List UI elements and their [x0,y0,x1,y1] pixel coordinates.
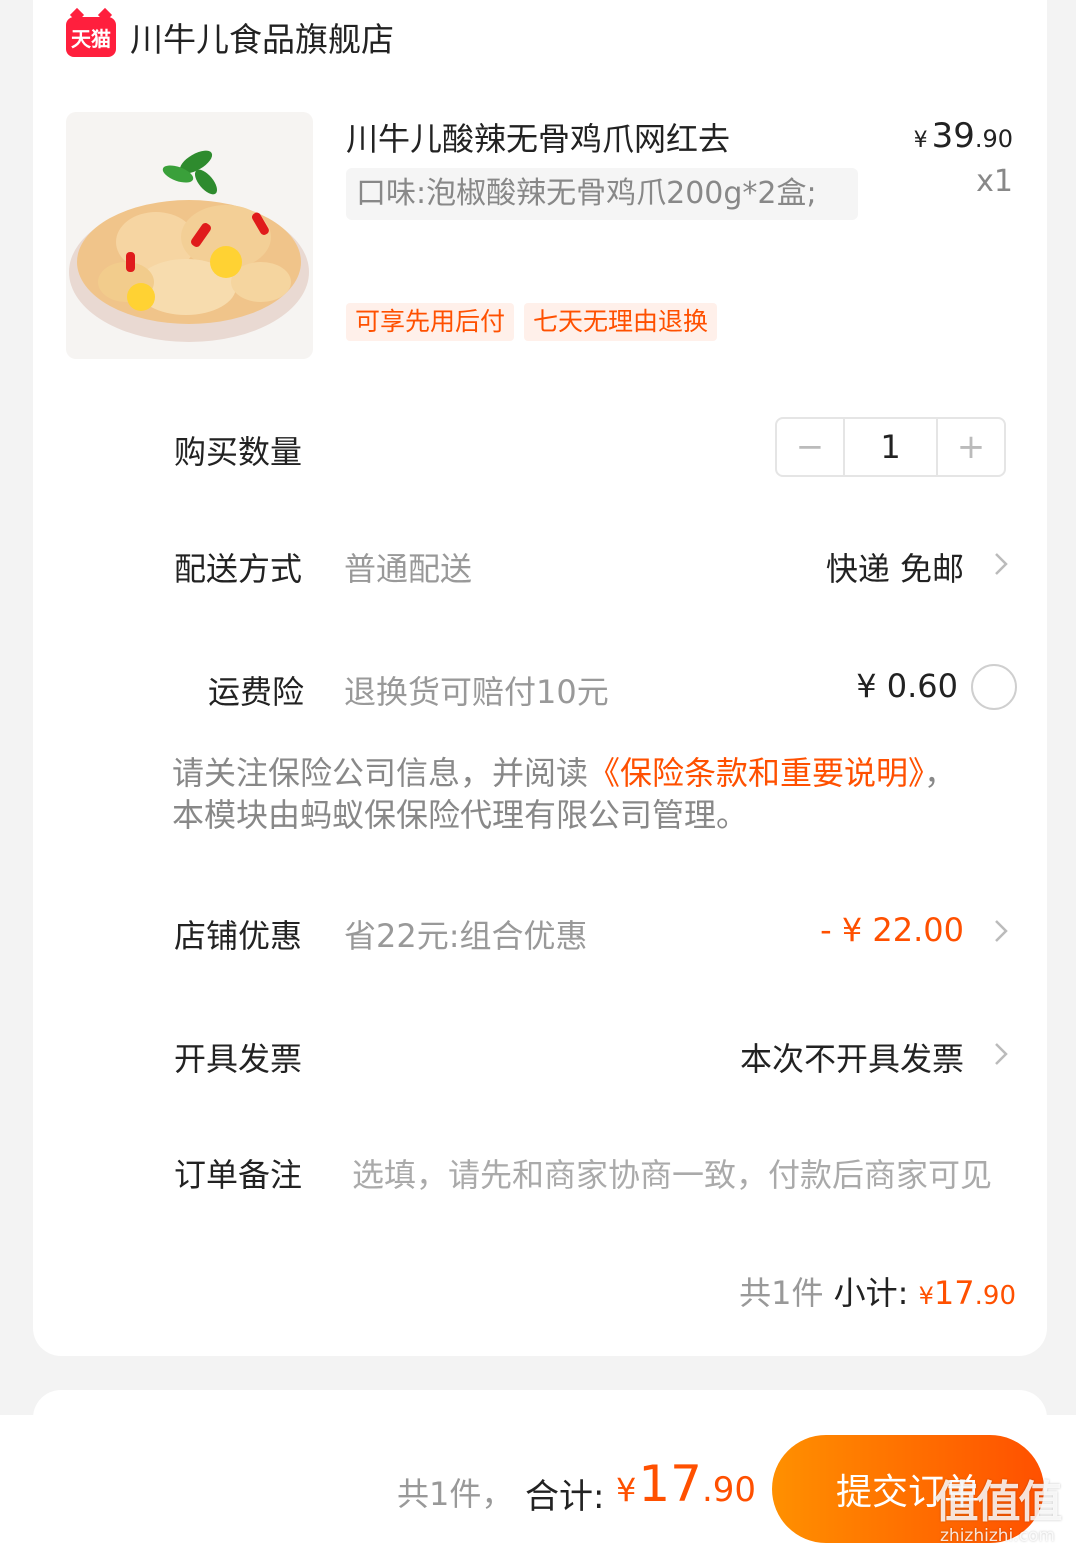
delivery-sub: 普通配送 [344,550,473,588]
insurance-notice: 请关注保险公司信息，并阅读《保险条款和重要说明》，本模块由蚂蚁保保险代理有限公司… [172,752,962,836]
product-price: ¥39.90 [914,116,1013,156]
invoice-value[interactable]: 本次不开具发票 [740,1034,964,1080]
total-label: 合计: [525,1477,605,1517]
subtotal-label: 小计: [833,1274,909,1312]
decrease-button[interactable]: − [777,419,843,475]
tmall-logo: 天猫 [66,17,116,57]
discount-value[interactable]: - ¥ 22.00 [820,911,964,949]
invoice-label: 开具发票 [174,1040,303,1078]
insurance-label: 运费险 [208,673,305,711]
remark-label: 订单备注 [174,1156,303,1194]
total-int: 17 [638,1455,702,1513]
discount-label: 店铺优惠 [174,917,303,955]
price-int: 39 [931,116,975,156]
insurance-price: ¥ 0.60 [856,667,958,705]
chevron-right-icon[interactable] [988,551,1014,577]
insurance-sub: 退换货可赔付10元 [344,673,609,711]
chevron-right-icon[interactable] [988,918,1014,944]
product-spec[interactable]: 口味:泡椒酸辣无骨鸡爪200g*2盒; [346,168,858,220]
insurance-radio[interactable] [971,664,1017,710]
increase-button[interactable]: + [938,419,1004,475]
product-qty: x1 [976,164,1013,199]
subtotal-count: 共1件 [739,1274,824,1312]
delivery-value[interactable]: 快递 免邮 [826,544,964,590]
subtotal-currency: ¥ [918,1282,934,1310]
insurance-terms-link[interactable]: 《保险条款和重要说明》 [588,754,924,792]
total-price: ¥17.90 [616,1455,756,1513]
chevron-right-icon[interactable] [988,1041,1014,1067]
subtotal: 共1件 小计: ¥17.90 [739,1268,1016,1314]
total-dec: .90 [701,1470,757,1510]
tag-seven-day-return: 七天无理由退换 [524,303,718,341]
watermark: 值值值 zhizhizhi.com [925,1466,1070,1546]
currency-symbol: ¥ [913,128,928,153]
product-tags: 可享先用后付 七天无理由退换 [346,303,718,341]
shop-name[interactable]: 川牛儿食品旗舰店 [130,13,394,61]
shop-header[interactable]: 天猫 川牛儿食品旗舰店 [66,14,394,60]
remark-input[interactable]: 选填，请先和商家协商一致，付款后商家可见 [352,1150,1002,1196]
quantity-value[interactable]: 1 [843,419,938,475]
quantity-label: 购买数量 [174,433,303,471]
subtotal-dec: .90 [974,1281,1016,1311]
price-dec: .90 [974,125,1013,153]
product-image[interactable] [66,112,313,359]
bottom-bar: 共1件， 合计: ¥17.90 提交订单 [0,1415,1076,1558]
delivery-label: 配送方式 [174,550,303,588]
subtotal-int: 17 [933,1274,975,1312]
total-currency: ¥ [616,1471,637,1509]
discount-sub: 省22元:组合优惠 [344,917,588,955]
watermark-sub: zhizhizhi.com [940,1526,1055,1546]
tag-pay-later: 可享先用后付 [346,303,515,341]
total-count: 共1件， [397,1475,514,1513]
notice-text: 请关注保险公司信息，并阅读 [172,754,589,792]
product-title[interactable]: 川牛儿酸辣无骨鸡爪网红去 [346,114,730,160]
quantity-stepper[interactable]: − 1 + [775,417,1006,477]
watermark-main: 值值值 [934,1477,1063,1528]
